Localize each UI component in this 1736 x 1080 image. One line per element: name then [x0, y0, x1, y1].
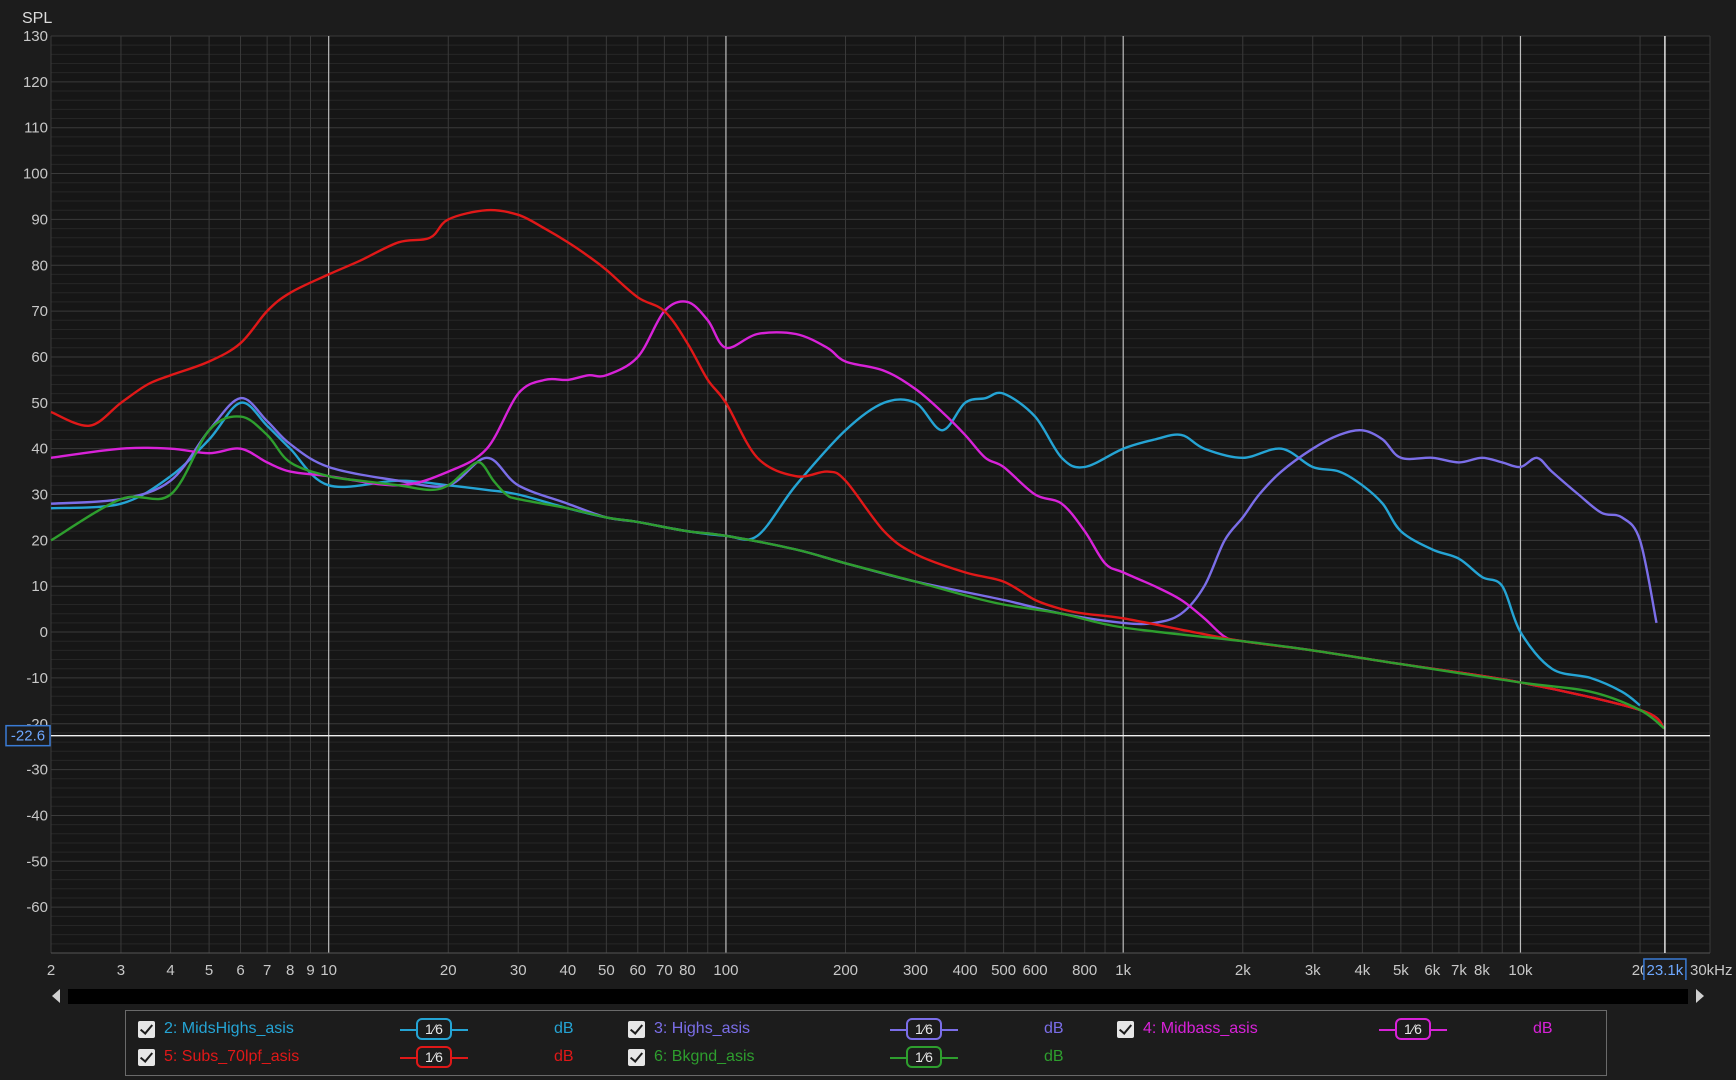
legend-item: 2: MidsHighs_asis 1⁄6 dB: [138, 1018, 618, 1044]
x-tick-label: 30: [510, 962, 527, 979]
x-tick-label: 6: [236, 962, 244, 979]
y-tick-label: -10: [26, 670, 48, 687]
y-tick-label: 110: [24, 120, 48, 137]
x-tick-label: 80: [679, 962, 696, 979]
smoothing-button[interactable]: 1⁄6: [400, 1046, 468, 1070]
x-tick-label: 300: [903, 962, 928, 979]
legend-series-name[interactable]: 3: Highs_asis: [654, 1020, 750, 1038]
x-tick-label: 4: [166, 962, 174, 979]
legend-unit: dB: [1044, 1048, 1064, 1065]
x-tick-label: 10: [320, 962, 337, 979]
y-tick-label: 50: [31, 395, 48, 412]
y-tick-label: 120: [23, 74, 48, 91]
cursor-x-readout: 23.1k: [1647, 962, 1684, 979]
legend-item: 3: Highs_asis 1⁄6 dB: [628, 1018, 1108, 1044]
scroll-right-arrow-icon[interactable]: [1696, 989, 1704, 1003]
y-tick-label: 100: [23, 166, 48, 183]
legend-unit: dB: [1044, 1020, 1064, 1037]
smoothing-label: 1⁄6: [416, 1018, 452, 1040]
x-tick-label: 4k: [1354, 962, 1370, 979]
legend-series-name[interactable]: 6: Bkgnd_asis: [654, 1048, 755, 1066]
y-tick-label: 0: [40, 624, 48, 641]
smoothing-button[interactable]: 1⁄6: [890, 1046, 958, 1070]
legend-unit: dB: [554, 1020, 574, 1037]
x-tick-label: 800: [1072, 962, 1097, 979]
smoothing-button[interactable]: 1⁄6: [890, 1018, 958, 1042]
x-tick-label: 7k: [1451, 962, 1467, 979]
x-tick-label: 600: [1023, 962, 1048, 979]
y-tick-label: 60: [31, 349, 48, 366]
x-tick-label: 50: [598, 962, 615, 979]
y-tick-label: 30: [31, 487, 48, 504]
legend-panel: 2: MidsHighs_asis 1⁄6 dB 3: Highs_asis 1⁄6 dB…: [125, 1010, 1607, 1076]
y-tick-label: 90: [31, 211, 48, 228]
x-tick-label: 70: [656, 962, 673, 979]
y-tick-label: 80: [31, 257, 48, 274]
x-tick-label: 400: [953, 962, 978, 979]
horizontal-scrollbar[interactable]: [52, 986, 1704, 1010]
smoothing-button[interactable]: 1⁄6: [400, 1018, 468, 1042]
x-tick-label: 1k: [1115, 962, 1131, 979]
legend-unit: dB: [1533, 1020, 1553, 1037]
legend-item: 4: Midbass_asis 1⁄6 dB: [1117, 1018, 1597, 1044]
x-tick-label: 20: [440, 962, 457, 979]
x-tick-label: 60: [629, 962, 646, 979]
legend-series-name[interactable]: 4: Midbass_asis: [1143, 1020, 1258, 1038]
x-tick-label: 3: [117, 962, 125, 979]
legend-unit: dB: [554, 1048, 574, 1065]
y-tick-label: 130: [23, 28, 48, 45]
y-tick-label: -40: [26, 807, 48, 824]
x-tick-label: 9: [306, 962, 314, 979]
x-tick-label: 5k: [1393, 962, 1409, 979]
x-tick-label: 2k: [1235, 962, 1251, 979]
legend-item: 6: Bkgnd_asis 1⁄6 dB: [628, 1046, 1108, 1072]
legend-item: 5: Subs_70lpf_asis 1⁄6 dB: [138, 1046, 618, 1072]
legend-checkbox[interactable]: [1117, 1021, 1134, 1038]
x-tick-label: 6k: [1424, 962, 1440, 979]
x-tick-label: 200: [833, 962, 858, 979]
x-tick-label: 7: [263, 962, 271, 979]
grid: [50, 35, 1711, 954]
x-tick-label: 40: [560, 962, 577, 979]
x-tick-label: 100: [713, 962, 738, 979]
x-tick-label: 8k: [1474, 962, 1490, 979]
x-tick-label: 5: [205, 962, 213, 979]
legend-checkbox[interactable]: [138, 1021, 155, 1038]
smoothing-label: 1⁄6: [1395, 1018, 1431, 1040]
smoothing-button[interactable]: 1⁄6: [1379, 1018, 1447, 1042]
scroll-left-arrow-icon[interactable]: [52, 989, 60, 1003]
y-tick-label: 40: [31, 441, 48, 458]
cursor-y-readout: -22.6: [11, 728, 45, 745]
legend-checkbox[interactable]: [138, 1049, 155, 1066]
legend-checkbox[interactable]: [628, 1049, 645, 1066]
x-tick-label: 30kHz: [1690, 962, 1733, 979]
smoothing-label: 1⁄6: [416, 1046, 452, 1068]
frequency-response-chart[interactable]: 1301201101009080706050403020100-10-30-40…: [0, 0, 1736, 980]
smoothing-label: 1⁄6: [906, 1018, 942, 1040]
smoothing-label: 1⁄6: [906, 1046, 942, 1068]
scroll-track[interactable]: [68, 989, 1688, 1004]
y-tick-label: -30: [26, 762, 48, 779]
x-tick-label: 2: [47, 962, 55, 979]
y-tick-label: -50: [26, 853, 48, 870]
x-tick-label: 10k: [1508, 962, 1533, 979]
y-tick-label: 10: [31, 578, 48, 595]
legend-series-name[interactable]: 5: Subs_70lpf_asis: [164, 1048, 299, 1066]
x-tick-label: 500: [991, 962, 1016, 979]
y-tick-label: 70: [31, 303, 48, 320]
legend-series-name[interactable]: 2: MidsHighs_asis: [164, 1020, 294, 1038]
x-tick-label: 8: [286, 962, 294, 979]
legend-checkbox[interactable]: [628, 1021, 645, 1038]
x-tick-label: 3k: [1305, 962, 1321, 979]
y-tick-label: -60: [26, 899, 48, 916]
y-tick-label: 20: [31, 532, 48, 549]
